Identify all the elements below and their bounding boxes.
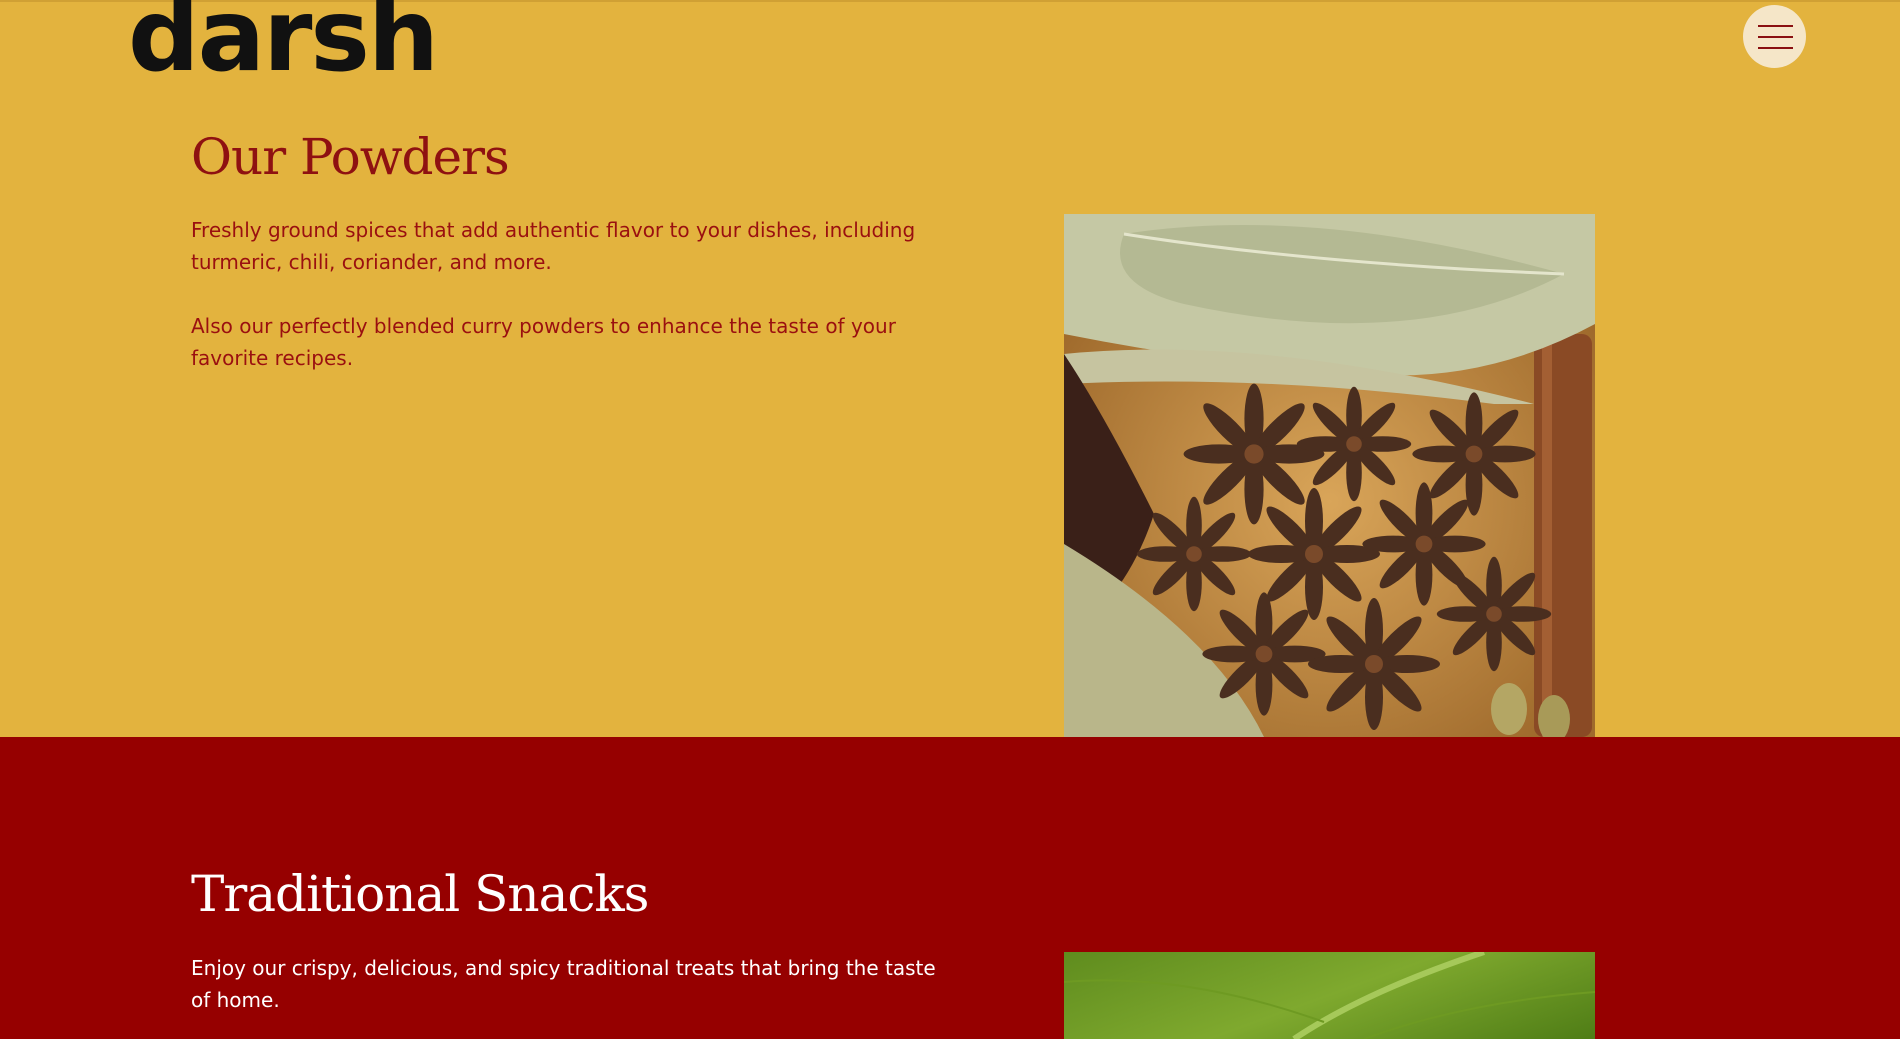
snacks-description: Enjoy our crispy, delicious, and spicy t… [191, 956, 936, 1012]
menu-button[interactable] [1743, 5, 1806, 68]
snacks-title: Traditional Snacks [191, 865, 649, 923]
powders-description: Freshly ground spices that add authentic… [191, 218, 916, 274]
snacks-section: Traditional Snacks Enjoy our crispy, del… [0, 737, 1900, 1039]
powders-blends-description: Also our perfectly blended curry powders… [191, 314, 896, 370]
powders-section: Our Powders Freshly ground spices that a… [0, 110, 1900, 737]
powders-title: Our Powders [191, 128, 510, 186]
site-header: darsh [0, 0, 1900, 110]
spices-photo [1064, 214, 1595, 737]
banana-leaf-photo [1064, 952, 1595, 1039]
site-logo[interactable]: darsh [128, 0, 439, 86]
